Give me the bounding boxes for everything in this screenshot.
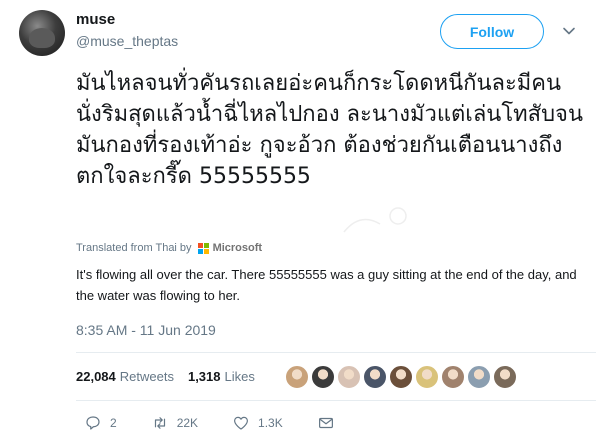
reply-button[interactable]: 2	[84, 414, 117, 432]
retweet-button[interactable]: 22K	[151, 414, 198, 432]
tweet-stats: 22,084 Retweets 1,318 Likes	[76, 369, 255, 384]
microsoft-logo-icon	[197, 242, 209, 254]
liker-avatar[interactable]	[285, 365, 309, 389]
tweet-actions: 2 22K 1.3K	[84, 414, 369, 432]
watermark	[340, 204, 410, 245]
liker-avatar[interactable]	[415, 365, 439, 389]
retweets-stat[interactable]: 22,084 Retweets	[76, 369, 174, 384]
heart-icon	[234, 416, 249, 430]
direct-message-button[interactable]	[317, 414, 335, 432]
liker-avatar[interactable]	[363, 365, 387, 389]
author-name[interactable]: muse	[76, 11, 115, 28]
tweet-timestamp[interactable]: 8:35 AM - 11 Jun 2019	[76, 322, 216, 338]
retweets-count: 22,084	[76, 369, 116, 384]
liker-avatar[interactable]	[493, 365, 517, 389]
reply-icon	[86, 416, 100, 430]
liker-avatar[interactable]	[467, 365, 491, 389]
translated-label: Translated from Thai by	[76, 242, 192, 254]
retweets-label: Retweets	[119, 369, 174, 384]
divider	[76, 400, 596, 401]
divider	[76, 352, 596, 353]
translation-attribution: Translated from Thai by Microsoft	[76, 242, 262, 254]
liker-avatar[interactable]	[311, 365, 335, 389]
liker-avatars	[285, 365, 517, 389]
likes-stat[interactable]: 1,318 Likes	[188, 369, 255, 384]
translation-provider[interactable]: Microsoft	[213, 242, 263, 254]
author-handle[interactable]: @muse_theptas	[76, 33, 178, 49]
likes-label: Likes	[224, 369, 255, 384]
author-avatar[interactable]	[19, 10, 65, 56]
likes-count: 1,318	[187, 369, 221, 384]
retweet-icon	[154, 417, 165, 429]
tweet-text: มันไหลจนทั่วคันรถเลยอ่ะคนก็กระโดดหนีกันล…	[76, 71, 583, 189]
envelope-icon	[318, 417, 333, 429]
like-button[interactable]: 1.3K	[232, 414, 283, 432]
liker-avatar[interactable]	[389, 365, 413, 389]
liker-avatar[interactable]	[337, 365, 361, 389]
retweet-count: 22K	[176, 416, 199, 430]
chevron-down-icon[interactable]	[562, 24, 576, 38]
liker-avatar[interactable]	[441, 365, 465, 389]
translation-text: It's flowing all over the car. There 555…	[76, 267, 577, 303]
like-count: 1.3K	[258, 416, 283, 430]
reply-count: 2	[110, 416, 117, 430]
follow-button[interactable]: Follow	[440, 14, 544, 49]
